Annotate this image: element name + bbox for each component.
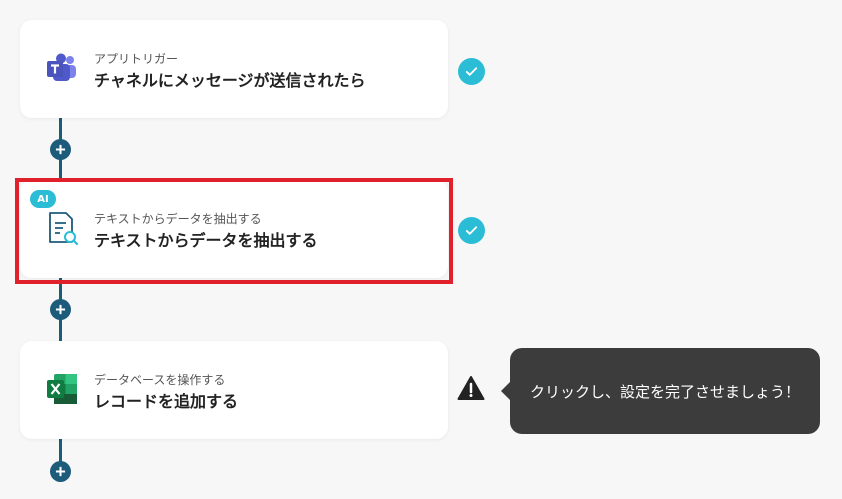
step-title: チャネルにメッセージが送信されたら bbox=[94, 71, 366, 90]
step-subtitle: データベースを操作する bbox=[94, 373, 226, 387]
add-step-button[interactable] bbox=[50, 139, 71, 160]
flow-step-extract[interactable]: テキストからデータを抽出する テキストからデータを抽出する bbox=[20, 180, 448, 278]
step-title: レコードを追加する bbox=[94, 392, 239, 411]
add-step-button[interactable] bbox=[50, 299, 71, 320]
check-icon bbox=[458, 217, 485, 244]
step-subtitle: アプリトリガー bbox=[94, 52, 179, 66]
step-title: テキストからデータを抽出する bbox=[94, 231, 318, 250]
add-step-button[interactable] bbox=[50, 461, 71, 482]
tooltip-text: クリックし、設定を完了させましょう！ bbox=[529, 382, 800, 401]
teams-icon bbox=[44, 50, 80, 86]
setup-tooltip: クリックし、設定を完了させましょう！ bbox=[501, 348, 820, 434]
flow-step-add-record[interactable]: データベースを操作する レコードを追加する bbox=[20, 341, 448, 439]
check-icon bbox=[458, 58, 485, 85]
warning-icon bbox=[457, 375, 485, 401]
excel-icon bbox=[44, 371, 80, 407]
document-search-icon bbox=[44, 210, 80, 246]
flow-step-trigger[interactable]: アプリトリガー チャネルにメッセージが送信されたら bbox=[20, 20, 448, 118]
step-subtitle: テキストからデータを抽出する bbox=[94, 212, 262, 226]
ai-badge: AI bbox=[30, 190, 56, 208]
